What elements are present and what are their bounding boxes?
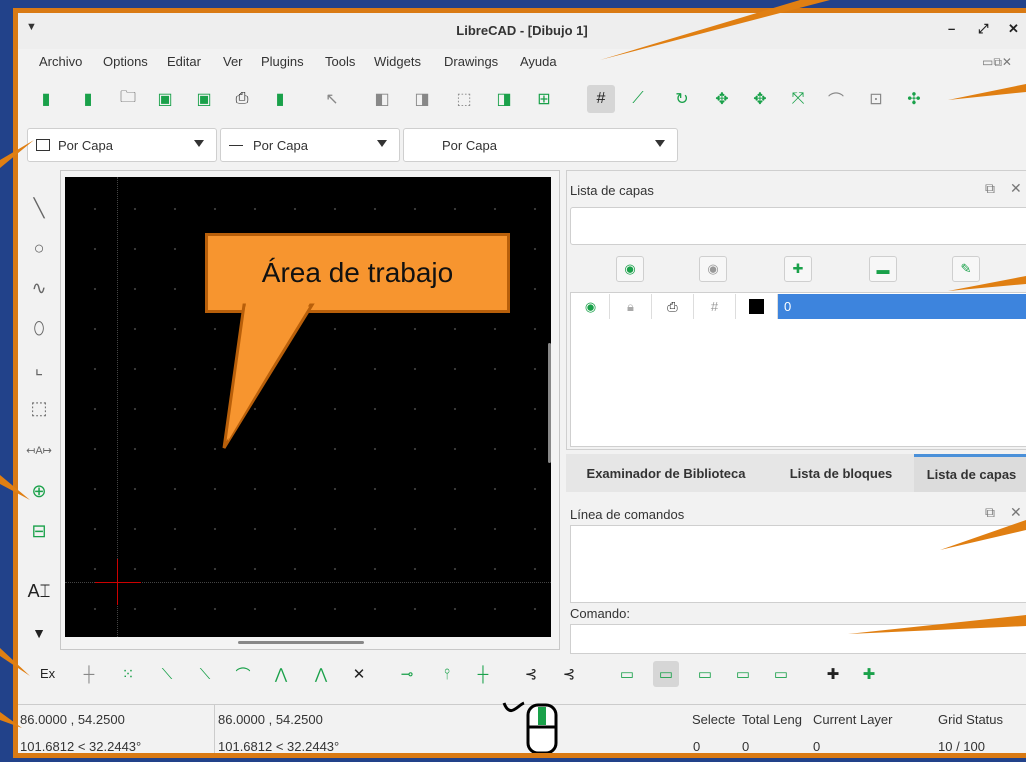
annotation-arrows <box>0 0 1026 728</box>
